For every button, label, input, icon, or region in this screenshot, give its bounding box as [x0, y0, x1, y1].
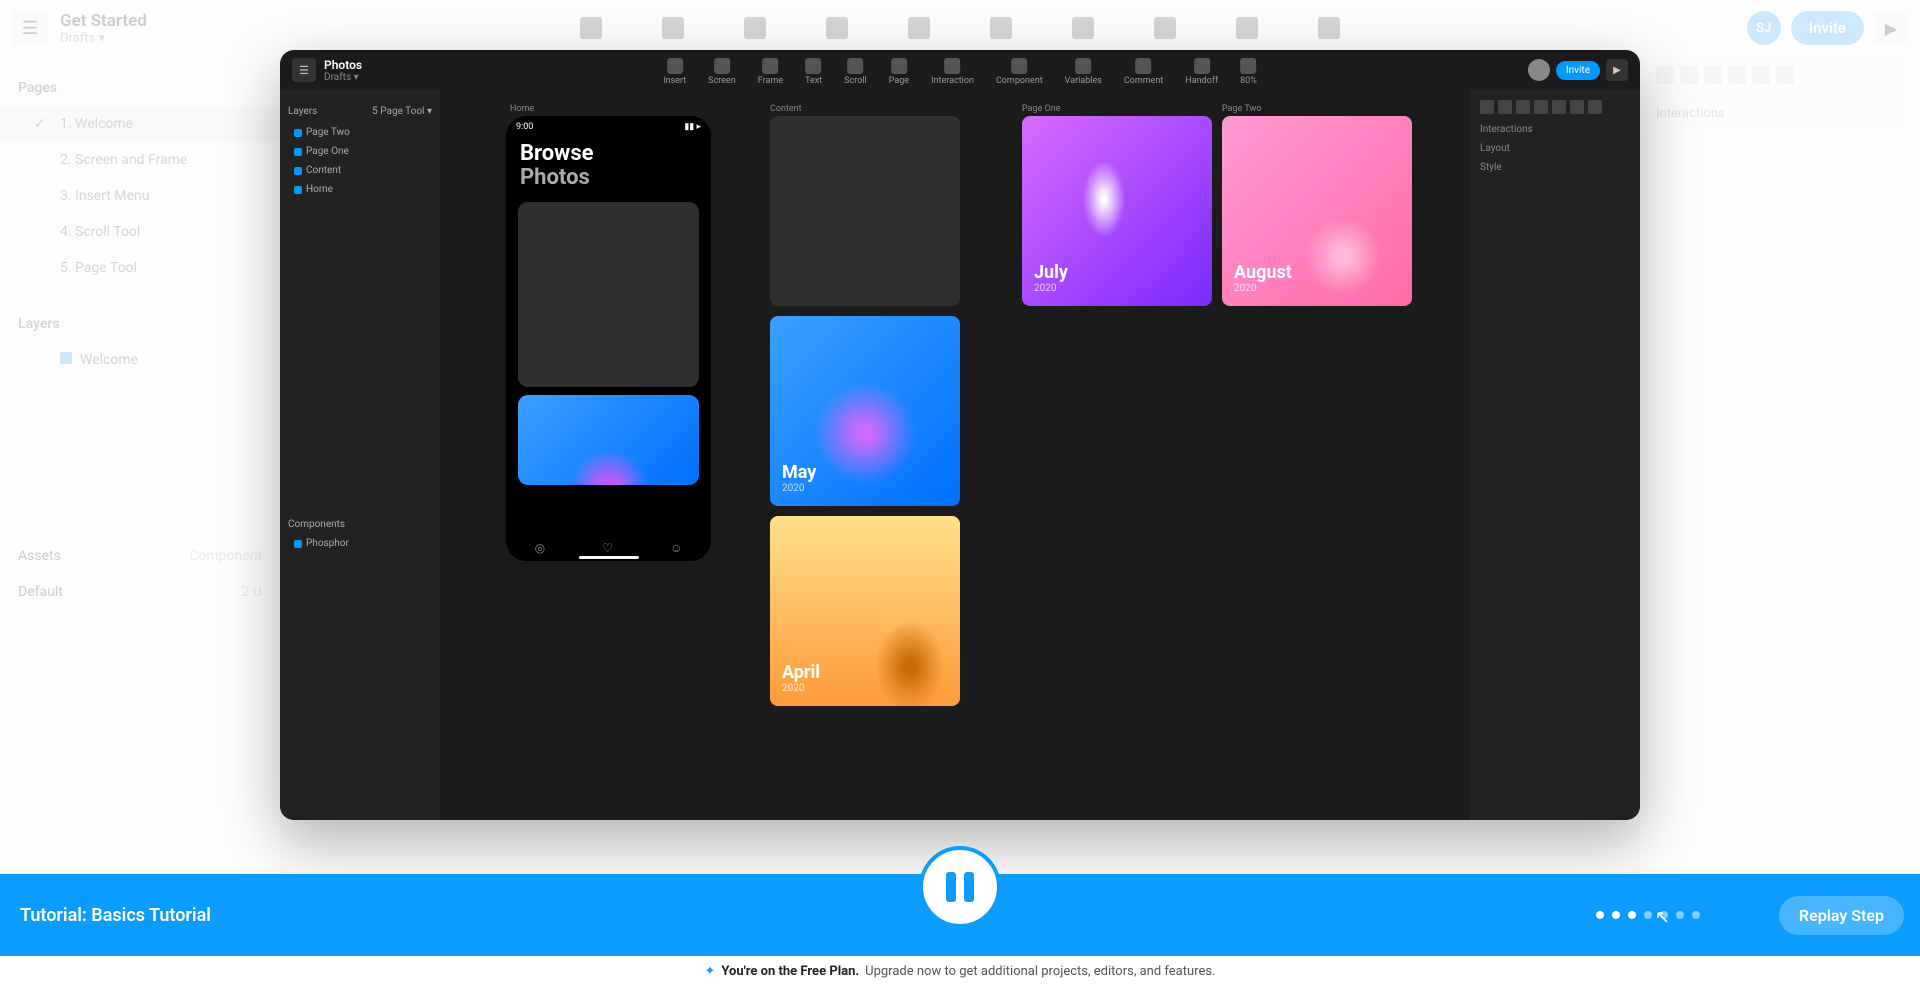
inner-tool-label: Frame — [758, 76, 783, 86]
inner-zoom-label: 80% — [1240, 76, 1257, 86]
phone-status-icons: ▮▮ ▸ — [684, 122, 701, 132]
heart-icon[interactable]: ♡ — [602, 541, 613, 555]
phone-statusbar: 9:00 ▮▮ ▸ — [506, 116, 711, 138]
inner-tool-page[interactable]: Page — [889, 58, 909, 86]
tutorial-title: Tutorial: Basics Tutorial — [20, 905, 211, 926]
phone-card-blue — [518, 395, 699, 485]
compass-icon[interactable]: ◎ — [535, 541, 545, 555]
inner-avatar[interactable] — [1528, 59, 1550, 81]
step-dot[interactable] — [1660, 911, 1668, 919]
artboard-content[interactable]: May 2020 April 2020 — [770, 116, 960, 716]
canvas-label-content[interactable]: Content — [770, 104, 802, 114]
inner-zoom[interactable]: 80% — [1240, 58, 1257, 86]
inner-tool-label: Insert — [663, 76, 686, 86]
inner-left-panel: Layers 5 Page Tool ▾ Page Two Page One C… — [280, 90, 440, 820]
inner-project-subtitle[interactable]: Drafts ▾ — [324, 72, 362, 83]
inner-inspector-layout[interactable]: Layout — [1480, 143, 1630, 154]
inner-preview-button[interactable]: ▶ — [1606, 59, 1628, 81]
inner-tool-component[interactable]: Component — [996, 58, 1043, 86]
phone-card-placeholder — [518, 202, 699, 387]
phone-title-l2: Photos — [520, 166, 697, 190]
inner-menu-button[interactable]: ☰ — [292, 58, 316, 82]
inner-title-block: Photos Drafts ▾ — [324, 58, 362, 83]
inner-tool-label: Text — [805, 76, 822, 86]
inner-layers-header[interactable]: Layers 5 Page Tool ▾ — [288, 106, 432, 117]
inner-tool-label: Comment — [1124, 76, 1163, 86]
inner-layers-meta: 5 Page Tool ▾ — [372, 106, 432, 117]
tile-may: May 2020 — [770, 316, 960, 506]
inner-tool-variables[interactable]: Variables — [1065, 58, 1102, 86]
pause-icon-bar — [946, 872, 956, 902]
inner-align-controls[interactable] — [1480, 100, 1630, 114]
inner-topbar: ☰ Photos Drafts ▾ Insert Screen Frame Te… — [280, 50, 1640, 90]
tile-july-title: July — [1034, 262, 1200, 283]
phone-time: 9:00 — [516, 122, 533, 132]
inner-tool-screen[interactable]: Screen — [708, 58, 736, 86]
step-dot-active[interactable] — [1628, 911, 1636, 919]
tutorial-step-dots[interactable] — [1596, 911, 1700, 919]
inner-layer-home[interactable]: Home — [288, 180, 432, 199]
inner-tool-insert[interactable]: Insert — [663, 58, 686, 86]
inner-inspector-interactions[interactable]: Interactions — [1480, 124, 1630, 135]
inner-tool-text[interactable]: Text — [805, 58, 822, 86]
inner-tool-label: Page — [889, 76, 909, 86]
inner-project-title: Photos — [324, 58, 362, 72]
free-plan-text: Upgrade now to get additional projects, … — [865, 964, 1215, 979]
pause-icon-bar — [964, 872, 974, 902]
inner-tool-comment[interactable]: Comment — [1124, 58, 1163, 86]
inner-layer-page-one[interactable]: Page One — [288, 142, 432, 161]
inner-tool-label: Screen — [708, 76, 736, 86]
inner-tool-scroll[interactable]: Scroll — [844, 58, 867, 86]
tile-july-year: 2020 — [1034, 283, 1200, 294]
step-dot[interactable] — [1644, 911, 1652, 919]
inner-tool-label: Scroll — [844, 76, 867, 86]
inner-components-header[interactable]: Components — [288, 519, 432, 530]
step-dot[interactable] — [1596, 911, 1604, 919]
inner-invite-button[interactable]: Invite — [1556, 61, 1600, 80]
inner-tool-label: Component — [996, 76, 1043, 86]
pause-button[interactable] — [919, 846, 1001, 928]
sparkle-icon: ✦ — [705, 964, 716, 979]
free-plan-bold: You're on the Free Plan. — [721, 964, 859, 979]
inner-canvas[interactable]: Home 9:00 ▮▮ ▸ Browse Photos ◎ ♡ ☺ — [440, 90, 1470, 820]
inner-inspector-style[interactable]: Style — [1480, 162, 1630, 173]
tile-april: April 2020 — [770, 516, 960, 706]
inner-tool-frame[interactable]: Frame — [758, 58, 783, 86]
inner-tool-label: Interaction — [931, 76, 974, 86]
step-dot[interactable] — [1612, 911, 1620, 919]
inner-topbar-right: Invite ▶ — [1528, 59, 1628, 81]
replay-step-button[interactable]: Replay Step — [1779, 896, 1904, 935]
inner-tool-label: Variables — [1065, 76, 1102, 86]
inner-tool-interaction[interactable]: Interaction — [931, 58, 974, 86]
inner-body: Layers 5 Page Tool ▾ Page Two Page One C… — [280, 90, 1640, 820]
user-icon[interactable]: ☺ — [670, 541, 682, 555]
step-dot[interactable] — [1692, 911, 1700, 919]
inner-toolbar: Insert Screen Frame Text Scroll Page Int… — [663, 58, 1257, 86]
inner-layer-page-two[interactable]: Page Two — [288, 123, 432, 142]
artboard-phone-home[interactable]: 9:00 ▮▮ ▸ Browse Photos ◎ ♡ ☺ — [506, 116, 711, 561]
tutorial-video-modal: ☰ Photos Drafts ▾ Insert Screen Frame Te… — [280, 50, 1640, 820]
inner-component-phosphor[interactable]: Phosphor — [288, 534, 432, 553]
canvas-label-page-two[interactable]: Page Two — [1222, 104, 1261, 114]
tile-gray — [770, 116, 960, 306]
inner-tool-label: Handoff — [1185, 76, 1218, 86]
inner-layer-content[interactable]: Content — [288, 161, 432, 180]
free-plan-bar[interactable]: ✦ You're on the Free Plan. Upgrade now t… — [0, 956, 1920, 986]
home-indicator — [579, 556, 639, 559]
tile-august[interactable]: August 2020 — [1222, 116, 1412, 306]
step-dot[interactable] — [1676, 911, 1684, 919]
inner-right-panel: Interactions Layout Style — [1470, 90, 1640, 820]
canvas-label-page-one[interactable]: Page One — [1022, 104, 1061, 114]
inner-tool-handoff[interactable]: Handoff — [1185, 58, 1218, 86]
tile-july[interactable]: July 2020 — [1022, 116, 1212, 306]
inner-layers-label: Layers — [288, 106, 317, 117]
tutorial-bar: Tutorial: Basics Tutorial Replay Step — [0, 874, 1920, 956]
phone-title-l1: Browse — [520, 142, 697, 166]
phone-nav: ◎ ♡ ☺ — [506, 541, 711, 555]
phone-title: Browse Photos — [506, 138, 711, 194]
canvas-label-home[interactable]: Home — [510, 104, 534, 114]
